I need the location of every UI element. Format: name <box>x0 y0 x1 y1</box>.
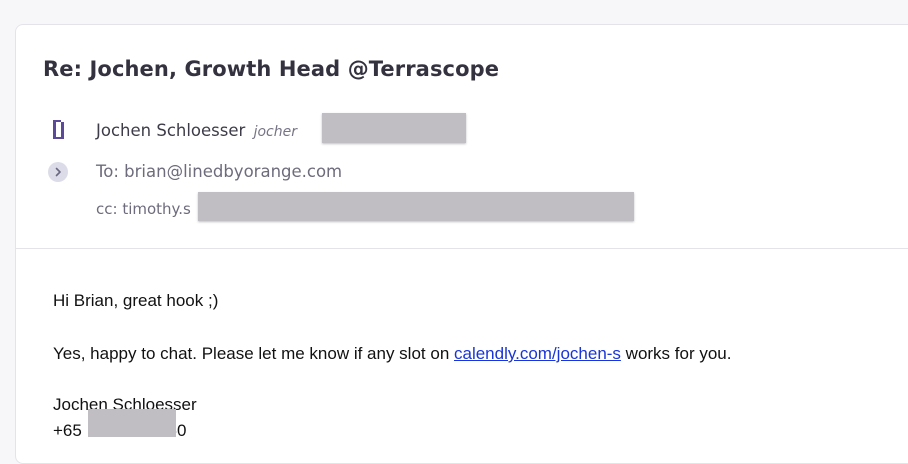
phone-prefix: +65 <box>53 421 82 440</box>
email-subject: Re: Jochen, Growth Head @Terrascope <box>43 57 500 81</box>
calendly-link[interactable]: calendly.com/jochen-s <box>454 344 621 363</box>
redaction-box <box>88 409 176 437</box>
sender-line: Jochen Schloesser jocher <box>96 121 297 140</box>
cc-label: cc: timothy.s <box>96 200 191 218</box>
body-text-before-link: Yes, happy to chat. Please let me know i… <box>53 344 454 363</box>
chevron-right-icon[interactable] <box>48 162 68 182</box>
body-greeting: Hi Brian, great hook ;) <box>53 291 219 310</box>
body-line: Yes, happy to chat. Please let me know i… <box>53 344 731 364</box>
email-card: Re: Jochen, Growth Head @Terrascope Joch… <box>15 24 908 464</box>
redaction-box <box>322 113 466 143</box>
sender-name: Jochen Schloesser <box>96 121 246 140</box>
to-recipients[interactable]: To: brian@linedbyorange.com <box>96 162 342 181</box>
body-text-after-link: works for you. <box>620 344 732 363</box>
redaction-box <box>198 192 634 221</box>
app-logo-icon <box>50 118 66 141</box>
sender-email: jocher <box>253 124 297 140</box>
header-divider <box>16 248 908 249</box>
